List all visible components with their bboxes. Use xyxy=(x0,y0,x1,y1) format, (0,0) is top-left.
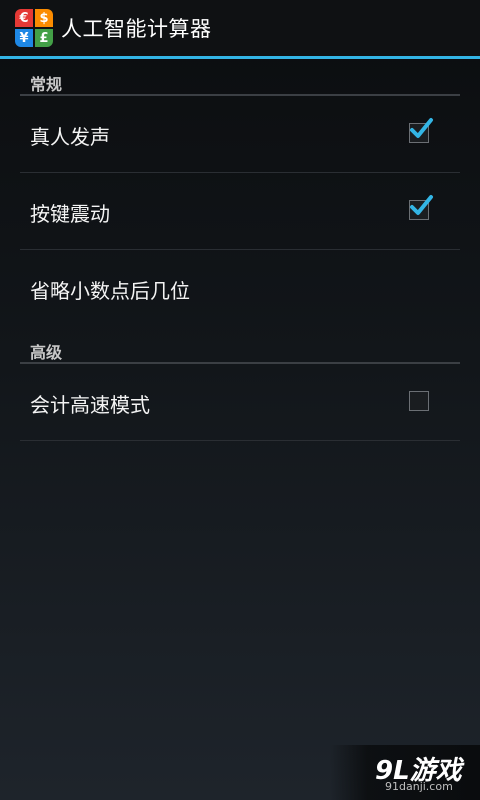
dollar-icon: $ xyxy=(35,9,53,27)
pref-accounting-mode[interactable]: 会计高速模式 xyxy=(20,364,460,441)
section-header-label: 高级 xyxy=(30,343,63,362)
section-header-general: 常规 xyxy=(20,62,460,96)
pref-label: 真人发声 xyxy=(30,125,110,149)
check-icon xyxy=(410,118,433,138)
watermark-url: 91danji.com xyxy=(385,780,453,793)
pref-label: 省略小数点后几位 xyxy=(30,279,190,303)
accounting-mode-checkbox[interactable] xyxy=(409,391,429,411)
section-header-advanced: 高级 xyxy=(20,330,460,364)
pref-vibrate[interactable]: 按键震动 xyxy=(20,173,460,250)
euro-icon: € xyxy=(15,9,33,27)
pound-icon: £ xyxy=(35,29,53,47)
pref-label: 按键震动 xyxy=(30,202,110,226)
check-icon xyxy=(410,195,433,215)
pref-label: 会计高速模式 xyxy=(30,393,150,417)
action-bar: € $ ¥ £ 人工智能计算器 xyxy=(0,0,480,56)
vibrate-checkbox[interactable] xyxy=(409,195,433,220)
action-bar-divider xyxy=(0,56,480,59)
yen-icon: ¥ xyxy=(15,29,33,47)
pref-voice[interactable]: 真人发声 xyxy=(20,96,460,173)
section-header-label: 常规 xyxy=(30,75,63,94)
voice-checkbox[interactable] xyxy=(409,118,433,143)
pref-decimal-places[interactable]: 省略小数点后几位 xyxy=(20,250,460,327)
app-title: 人工智能计算器 xyxy=(61,17,212,41)
app-icon[interactable]: € $ ¥ £ xyxy=(15,9,53,47)
